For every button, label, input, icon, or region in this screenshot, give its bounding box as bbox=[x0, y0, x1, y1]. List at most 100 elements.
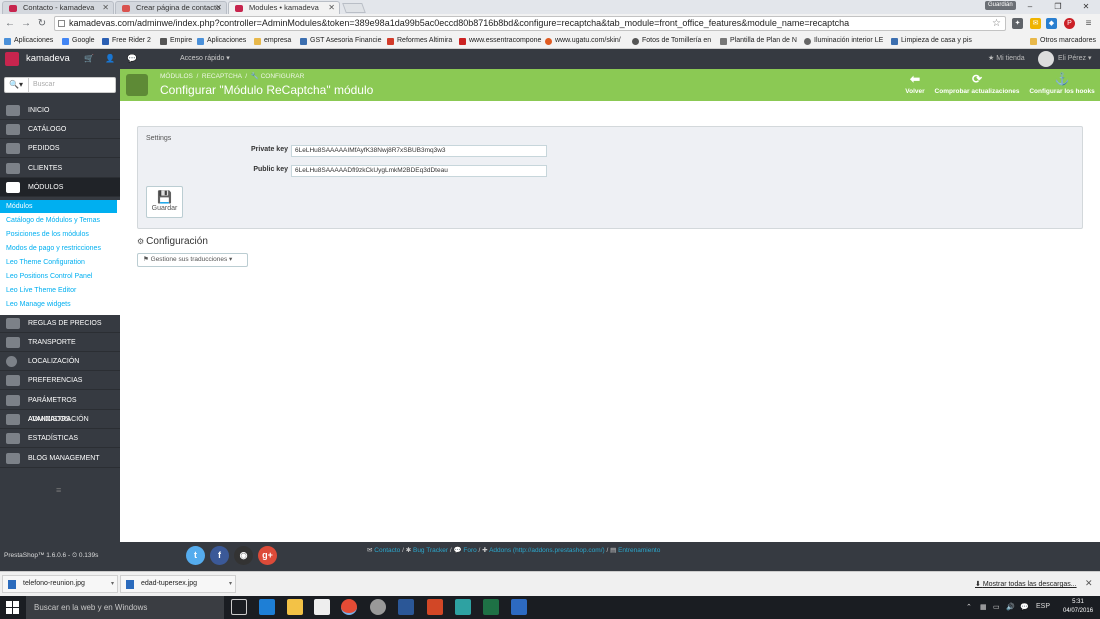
bookmark-item[interactable]: Fotos de Tornillería en bbox=[632, 35, 711, 47]
github-icon[interactable]: ◉ bbox=[234, 546, 253, 565]
quick-access-menu[interactable]: Acceso rápido ▾ bbox=[180, 54, 230, 62]
new-tab-button[interactable] bbox=[342, 3, 366, 13]
bookmark-item[interactable]: Reformes Altimira bbox=[387, 35, 452, 47]
minimize-icon[interactable]: – bbox=[1016, 0, 1044, 14]
sidebar-item-transporte[interactable]: TRANSPORTE bbox=[0, 333, 120, 352]
bookmark-item[interactable]: Empire bbox=[160, 35, 192, 47]
bookmark-item[interactable]: Google bbox=[62, 35, 95, 47]
submenu-item-catalogo-modulos[interactable]: Catálogo de Módulos y Temas bbox=[0, 214, 100, 227]
browser-tab-modules[interactable]: Modules • kamadeva ✕ bbox=[228, 1, 340, 14]
file-explorer-icon[interactable] bbox=[287, 599, 303, 615]
chevron-down-icon[interactable]: ▾ bbox=[229, 576, 232, 592]
download-item[interactable]: edad-tupersex.jpg ▾ bbox=[120, 575, 236, 593]
extension-mail-icon[interactable]: ✉ bbox=[1030, 18, 1041, 29]
bookmark-star-icon[interactable]: ☆ bbox=[992, 17, 1001, 30]
browser-tab-crear-pagina[interactable]: Crear página de contacto ✕ bbox=[115, 1, 227, 14]
bookmark-item[interactable]: Aplicaciones bbox=[197, 35, 246, 47]
messages-icon[interactable]: 💬 bbox=[127, 53, 137, 65]
system-clock[interactable]: 5:31 04/07/2016 bbox=[1063, 598, 1093, 616]
window-user-badge[interactable]: Guardián bbox=[985, 1, 1016, 10]
other-bookmarks-folder[interactable]: Otros marcadores bbox=[1030, 35, 1096, 47]
word-icon[interactable] bbox=[398, 599, 414, 615]
contact-link[interactable]: Contacto bbox=[374, 547, 400, 554]
sidebar-item-inicio[interactable]: INICIO bbox=[0, 101, 120, 120]
twitter-icon[interactable]: t bbox=[186, 546, 205, 565]
configure-hooks-button[interactable]: ⚓ Configurar los hooks bbox=[1028, 72, 1096, 98]
cart-icon[interactable]: 🛒 bbox=[84, 53, 94, 65]
check-updates-button[interactable]: ⟳ Comprobar actualizaciones bbox=[932, 72, 1022, 98]
submenu-item-posiciones[interactable]: Posiciones de los módulos bbox=[0, 228, 89, 241]
back-arrow-icon[interactable]: ← bbox=[3, 17, 17, 30]
close-tab-icon[interactable]: ✕ bbox=[102, 2, 109, 14]
admin-search[interactable]: 🔍▾ Buscar bbox=[4, 77, 116, 93]
training-link[interactable]: Entrenamiento bbox=[618, 547, 660, 554]
shop-name[interactable]: kamadeva bbox=[26, 52, 70, 66]
search-type-dropdown[interactable]: 🔍▾ bbox=[5, 78, 29, 92]
windows-start-icon[interactable] bbox=[6, 601, 19, 614]
chevron-down-icon[interactable]: ▾ bbox=[111, 576, 114, 592]
breadcrumb-item-modulos[interactable]: MÓDULOS bbox=[160, 73, 193, 80]
avatar[interactable] bbox=[1038, 51, 1054, 67]
taskbar-search-input[interactable]: Buscar en la web y en Windows bbox=[26, 596, 224, 619]
save-button[interactable]: 💾 Guardar bbox=[146, 186, 183, 218]
pinterest-icon[interactable]: P bbox=[1064, 18, 1075, 29]
submenu-item-modulos[interactable]: Módulos bbox=[0, 200, 117, 213]
chrome-icon[interactable] bbox=[341, 599, 357, 615]
sidebar-item-catalogo[interactable]: CATÁLOGO bbox=[0, 120, 120, 139]
battery-icon[interactable]: ▭ bbox=[993, 603, 1000, 611]
sidebar-item-clientes[interactable]: CLIENTES bbox=[0, 159, 120, 178]
browser-tab-contacto[interactable]: Contacto - kamadeva ✕ bbox=[2, 1, 114, 14]
reload-icon[interactable]: ↻ bbox=[35, 17, 49, 30]
breadcrumb-item-recaptcha[interactable]: RECAPTCHA bbox=[202, 73, 242, 80]
back-button[interactable]: ⬅ Volver bbox=[900, 72, 930, 98]
store-icon[interactable] bbox=[314, 599, 330, 615]
extension-blue-icon[interactable]: ◆ bbox=[1046, 18, 1057, 29]
excel-icon[interactable] bbox=[483, 599, 499, 615]
download-item[interactable]: telefono-reunion.jpg ▾ bbox=[2, 575, 118, 593]
sidebar-item-localizacion[interactable]: LOCALIZACIÓN bbox=[0, 352, 120, 371]
show-all-downloads-link[interactable]: ⬇ Mostrar todas las descargas... bbox=[975, 580, 1077, 588]
submenu-item-leo-widgets[interactable]: Leo Manage widgets bbox=[0, 298, 71, 311]
sidebar-item-preferencias[interactable]: PREFERENCIAS bbox=[0, 371, 120, 390]
close-tab-icon[interactable]: ✕ bbox=[215, 2, 222, 14]
photos-icon[interactable] bbox=[511, 599, 527, 615]
bookmark-item[interactable]: www.ugatu.com/skin/ bbox=[545, 35, 621, 47]
bookmark-item[interactable]: GST Asesoria Financie bbox=[300, 35, 381, 47]
address-bar[interactable]: kamadevas.com/adminwe/index.php?controll… bbox=[54, 16, 1006, 31]
close-icon[interactable]: ✕ bbox=[1085, 578, 1093, 589]
manage-translations-dropdown[interactable]: ⚑ Gestione sus traducciones ▾ bbox=[137, 253, 248, 267]
show-hidden-icons-icon[interactable]: ⌃ bbox=[966, 603, 972, 611]
bookmark-item[interactable]: Plantilla de Plan de N bbox=[720, 35, 797, 47]
bookmark-item[interactable]: Aplicaciones bbox=[4, 35, 53, 47]
my-store-link[interactable]: ★ Mi tienda bbox=[988, 54, 1025, 62]
prestashop-logo-icon[interactable] bbox=[5, 52, 19, 66]
search-input[interactable]: Buscar bbox=[33, 78, 55, 92]
close-tab-icon[interactable]: ✕ bbox=[328, 2, 335, 14]
app-icon[interactable] bbox=[370, 599, 386, 615]
sidebar-item-parametros-avanzados[interactable]: PARÁMETROS AVANZADOS bbox=[0, 391, 120, 423]
forum-link[interactable]: Foro bbox=[463, 547, 476, 554]
bookmark-item[interactable]: Limpieza de casa y pis bbox=[891, 35, 972, 47]
facebook-icon[interactable]: f bbox=[210, 546, 229, 565]
sidebar-item-modulos[interactable]: MÓDULOS bbox=[0, 178, 120, 197]
language-indicator[interactable]: ESP bbox=[1036, 603, 1050, 610]
employee-menu[interactable]: Eli Pérez ▾ bbox=[1058, 54, 1091, 62]
google-plus-icon[interactable]: g+ bbox=[258, 546, 277, 565]
maximize-icon[interactable]: ❐ bbox=[1044, 0, 1072, 14]
submenu-item-leo-positions[interactable]: Leo Positions Control Panel bbox=[0, 270, 92, 283]
bookmark-item[interactable]: www.essentracompone bbox=[459, 35, 541, 47]
powerpoint-icon[interactable] bbox=[427, 599, 443, 615]
bug-tracker-link[interactable]: Bug Tracker bbox=[413, 547, 448, 554]
private-key-field[interactable]: 6LeLHu8SAAAAAIMfAyfK38Nwj8R7xSBUB3mq3w3 bbox=[291, 145, 547, 157]
extension-puzzle-icon[interactable]: ✦ bbox=[1012, 18, 1023, 29]
notifications-icon[interactable]: 💬 bbox=[1020, 603, 1029, 611]
submenu-item-leo-theme-config[interactable]: Leo Theme Configuration bbox=[0, 256, 85, 269]
edge-icon[interactable] bbox=[259, 599, 275, 615]
sidebar-item-administracion[interactable]: ADMINISTRACIÓN bbox=[0, 410, 120, 429]
public-key-field[interactable]: 6LeLHu8SAAAAADfl9zkCkUygLmkM2BDEq3dDteau bbox=[291, 165, 547, 177]
network-icon[interactable]: ▦ bbox=[980, 603, 987, 611]
chrome-menu-icon[interactable]: ≡ bbox=[1083, 18, 1094, 29]
bookmark-folder[interactable]: empresa bbox=[254, 35, 291, 47]
sidebar-item-estadisticas[interactable]: ESTADÍSTICAS bbox=[0, 429, 120, 448]
collapse-menu-icon[interactable]: ≡ bbox=[56, 485, 61, 495]
